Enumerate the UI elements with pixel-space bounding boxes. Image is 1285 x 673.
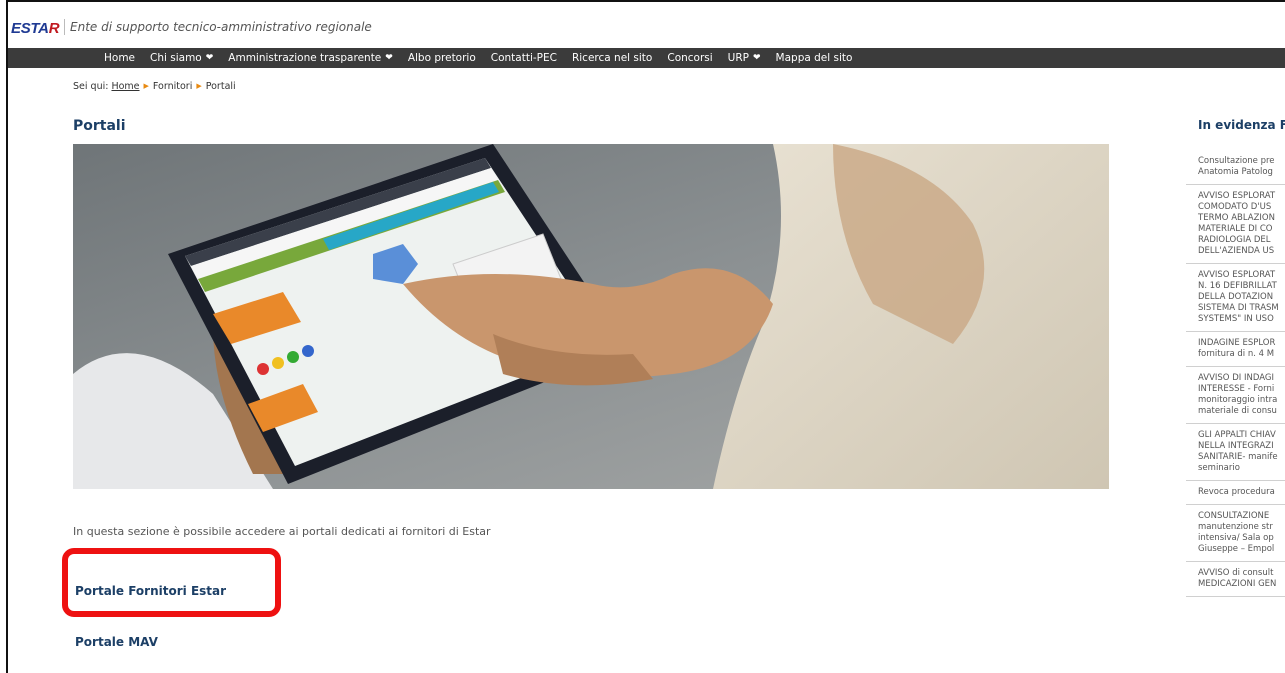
news-item-line: seminario [1198, 463, 1240, 473]
news-item-line: SYSTEMS" IN USO [1198, 314, 1274, 324]
nav-item-label: Contatti-PEC [490, 52, 557, 64]
news-item-line: GLI APPALTI CHIAV [1198, 430, 1276, 440]
news-item-line: TERMO ABLAZION [1198, 213, 1275, 223]
nav-item-label: Amministrazione trasparente [228, 52, 382, 64]
news-item[interactable]: AVVISO di consult MEDICAZIONI GEN [1186, 562, 1285, 597]
news-item-line: manutenzione str [1198, 522, 1273, 532]
news-item-line: NELLA INTEGRAZI [1198, 441, 1274, 451]
news-item-line: MATERIALE DI CO [1198, 224, 1273, 234]
nav-item-1[interactable]: Chi siamo ❤ [150, 52, 213, 64]
nav-item-4[interactable]: Contatti-PEC [491, 52, 557, 64]
nav-item-8[interactable]: Mappa del sito [776, 52, 853, 64]
hero-illustration [73, 144, 1109, 489]
news-item[interactable]: Revoca procedura [1186, 481, 1285, 505]
breadcrumb-arrow-icon: ▶ [196, 82, 202, 90]
status-dot-red [257, 363, 269, 375]
nav-item-2[interactable]: Amministrazione trasparente ❤ [228, 52, 393, 64]
page-title: Portali [73, 118, 126, 134]
news-item-line: AVVISO ESPLORAT [1198, 270, 1276, 280]
news-item-line: SISTEMA DI TRASM [1198, 303, 1279, 313]
chevron-down-icon: ❤ [385, 53, 393, 63]
window-frame-left [6, 0, 8, 673]
site-header: ESTAR Ente di supporto tecnico-amministr… [8, 6, 1285, 46]
breadcrumb-item-fornitori[interactable]: Fornitori [153, 81, 192, 92]
chevron-down-icon: ❤ [753, 53, 761, 63]
main-navigation: Home Chi siamo ❤ Amministrazione trasparent… [8, 48, 1285, 68]
sidebar-title: In evidenza F [1198, 118, 1285, 132]
logo-text: ESTA [11, 20, 49, 37]
news-list: Consultazione pre Anatomia Patolog AVVISO … [1186, 150, 1285, 597]
nav-item-3[interactable]: Albo pretorio [408, 52, 476, 64]
news-item[interactable]: Consultazione pre Anatomia Patolog [1186, 150, 1285, 185]
news-item-line: INTERESSE - Forni [1198, 384, 1275, 394]
news-item[interactable]: GLI APPALTI CHIAV NELLA INTEGRAZI SANITARI… [1186, 424, 1285, 481]
news-item-line: materiale di consu [1198, 406, 1277, 416]
news-item-line: Consultazione pre [1198, 156, 1275, 166]
news-item-line: Giuseppe – Empol [1198, 544, 1275, 554]
news-item-line: intensiva/ Sala op [1198, 533, 1274, 543]
news-item-line: AVVISO DI INDAGI [1198, 373, 1274, 383]
nav-item-6[interactable]: Concorsi [667, 52, 712, 64]
nav-item-label: Ricerca nel sito [571, 52, 653, 64]
logo-divider [64, 19, 65, 35]
nav-item-7[interactable]: URP ❤ [728, 52, 761, 64]
status-dot-green [287, 351, 299, 363]
news-item-line: fornitura di n. 4 M [1198, 349, 1275, 359]
news-item-line: CONSULTAZIONE [1198, 511, 1270, 521]
news-item-line: N. 16 DEFIBRILLAT [1198, 281, 1277, 291]
news-item-line: SANITARIE- manife [1198, 452, 1278, 462]
estar-logo[interactable]: ESTAR [11, 20, 60, 37]
sidebar-in-evidenza: In evidenza F Consultazione pre Anatomia … [1186, 118, 1285, 597]
status-dot-yellow [272, 357, 284, 369]
news-item-line: DELLA DOTAZION [1198, 292, 1274, 302]
news-item[interactable]: AVVISO ESPLORAT N. 16 DEFIBRILLAT DELLA DO… [1186, 264, 1285, 332]
logo-r: R [48, 20, 60, 37]
nav-item-label: Concorsi [667, 52, 713, 64]
news-item[interactable]: CONSULTAZIONE manutenzione str intensiva/ … [1186, 505, 1285, 562]
nav-item-label: Home [104, 52, 136, 64]
news-item-line: COMODATO D'US [1198, 202, 1272, 212]
nav-items: Home Chi siamo ❤ Amministrazione trasparent… [104, 48, 867, 68]
nav-item-0[interactable]: Home [104, 52, 135, 64]
news-item[interactable]: AVVISO ESPLORAT COMODATO D'US TERMO ABLAZI… [1186, 185, 1285, 264]
portale-fornitori-estar-link[interactable]: Portale Fornitori Estar [75, 584, 226, 598]
site-tagline: Ente di supporto tecnico-amministrativo … [70, 20, 372, 34]
breadcrumb-item-portali: Portali [205, 81, 236, 92]
breadcrumb-arrow-icon: ▶ [143, 82, 149, 90]
news-item[interactable]: INDAGINE ESPLOR fornitura di n. 4 M [1186, 332, 1285, 367]
breadcrumb: Sei qui: Home ▶ Fornitori ▶ Portali [73, 81, 236, 92]
highlight-box [62, 548, 281, 617]
breadcrumb-prefix: Sei qui: [73, 81, 109, 92]
nav-item-label: Chi siamo [150, 52, 202, 64]
portale-mav-link[interactable]: Portale MAV [75, 635, 158, 649]
section-intro: In questa sezione è possibile accedere a… [73, 525, 491, 538]
chevron-down-icon: ❤ [205, 53, 214, 63]
nav-item-label: Albo pretorio [407, 52, 476, 64]
nav-item-label: URP [727, 52, 749, 64]
news-item-line: INDAGINE ESPLOR [1198, 338, 1276, 348]
news-item-line: Revoca procedura [1198, 487, 1275, 497]
nav-item-5[interactable]: Ricerca nel sito [572, 52, 652, 64]
news-item-line: AVVISO di consult [1198, 568, 1274, 578]
window-frame-top [6, 0, 1285, 2]
status-dot-blue [302, 345, 314, 357]
news-item-line: Anatomia Patolog [1198, 167, 1273, 177]
news-item-line: AVVISO ESPLORAT [1198, 191, 1276, 201]
news-item-line: DELL'AZIENDA US [1198, 246, 1275, 256]
news-item-line: MEDICAZIONI GEN [1198, 579, 1277, 589]
nav-item-label: Mappa del sito [775, 52, 853, 64]
news-item-line: RADIOLOGIA DEL [1198, 235, 1271, 245]
hero-image [73, 144, 1109, 489]
news-item-line: monitoraggio intra [1198, 395, 1278, 405]
news-item[interactable]: AVVISO DI INDAGI INTERESSE - Forni monitor… [1186, 367, 1285, 424]
breadcrumb-home-link[interactable]: Home [111, 81, 139, 92]
